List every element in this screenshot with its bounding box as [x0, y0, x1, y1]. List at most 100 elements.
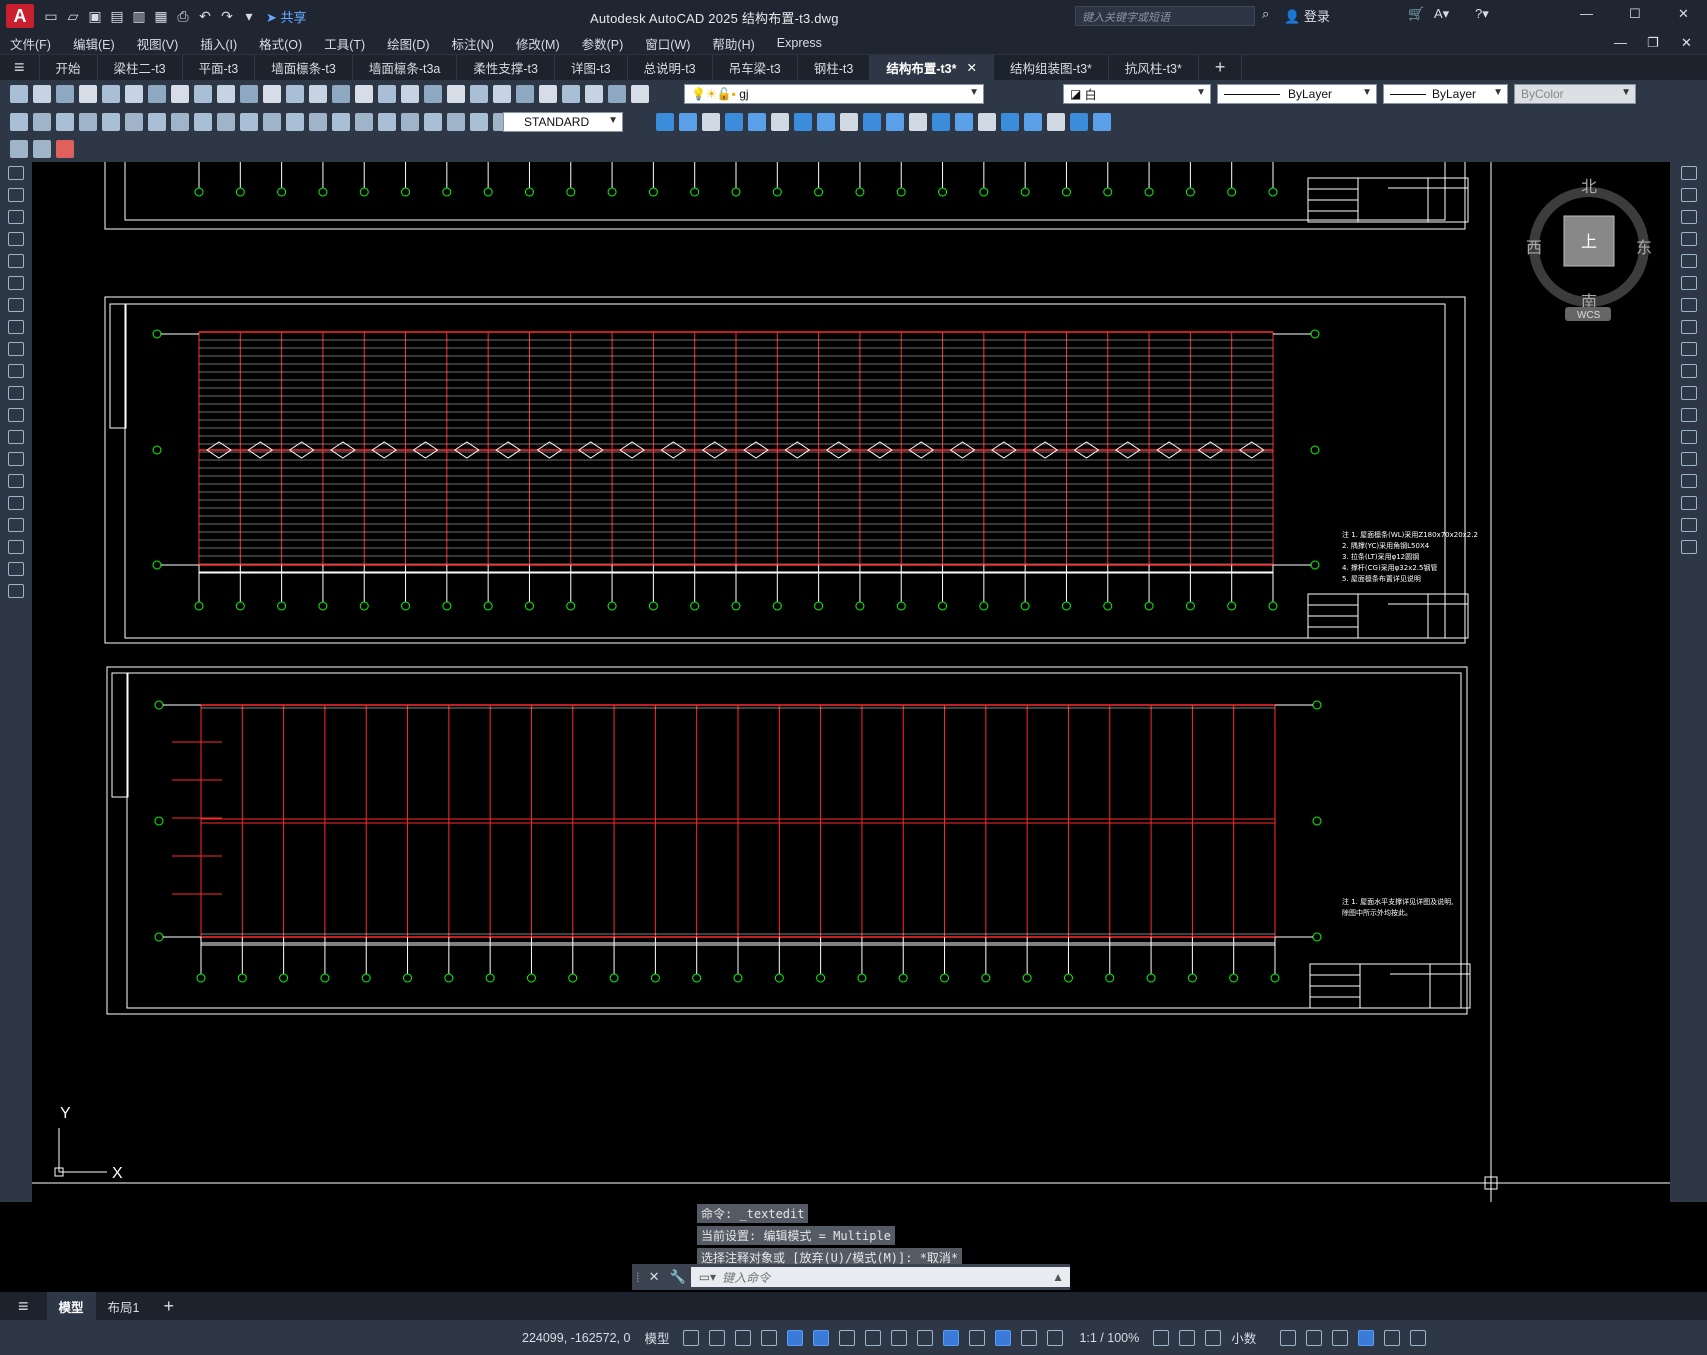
menu-insert[interactable]: 插入(I) [200, 34, 237, 53]
union-icon[interactable] [748, 113, 766, 131]
viewcube-east[interactable]: 东 [1636, 238, 1652, 257]
quick-dim-icon[interactable] [194, 113, 212, 131]
gradient-icon[interactable] [8, 496, 24, 510]
help-icon[interactable] [470, 85, 488, 103]
menu-file[interactable]: 文件(F) [10, 34, 51, 53]
subtract-icon[interactable] [771, 113, 789, 131]
tab-rouxing[interactable]: 柔性支撑-t3 [457, 54, 555, 81]
save-icon[interactable] [56, 85, 74, 103]
jogged-dim-icon[interactable] [125, 113, 143, 131]
doc-minimize-button[interactable]: — [1614, 35, 1627, 50]
intersect-icon[interactable] [794, 113, 812, 131]
tab-jiegouzuzhuang[interactable]: 结构组装图-t3* [994, 54, 1109, 81]
publish-icon[interactable] [125, 85, 143, 103]
menu-express[interactable]: Express [777, 36, 822, 50]
dimtedit-icon[interactable] [424, 113, 442, 131]
linear-dim-icon[interactable] [10, 113, 28, 131]
insert-icon[interactable] [8, 408, 24, 422]
update-icon[interactable] [447, 113, 465, 131]
copy-icon[interactable] [1680, 188, 1697, 202]
cylinder-icon[interactable] [1001, 113, 1019, 131]
close-button[interactable]: ✕ [1678, 6, 1689, 22]
doc-restore-button[interactable]: ❐ [1647, 35, 1659, 51]
angular-dim-icon[interactable] [171, 113, 189, 131]
tab-liangzhu[interactable]: 梁柱二-t3 [98, 54, 183, 81]
tab-xiangtu[interactable]: 详图-t3 [555, 54, 628, 81]
menu-draw[interactable]: 绘图(D) [387, 34, 429, 53]
new-icon[interactable] [539, 85, 557, 103]
sheetset-icon[interactable] [401, 85, 419, 103]
dimedit-icon[interactable] [401, 113, 419, 131]
move-icon[interactable] [1680, 276, 1697, 290]
menu-help[interactable]: 帮助(H) [712, 34, 754, 53]
save-icon[interactable] [585, 85, 603, 103]
extrude-icon[interactable] [1047, 113, 1065, 131]
quick-props-icon[interactable] [1280, 1329, 1297, 1346]
grip-icon[interactable]: ⁞ [636, 1270, 640, 1285]
polygon-icon[interactable] [8, 232, 24, 246]
sphere-icon[interactable] [702, 113, 720, 131]
plot-icon[interactable]: ⎙ [172, 5, 194, 27]
lineweight-icon[interactable] [865, 1329, 882, 1346]
menu-view[interactable]: 视图(V) [137, 34, 179, 53]
arc-dim-icon[interactable] [56, 113, 74, 131]
dyn-input-icon[interactable] [969, 1329, 986, 1346]
markup-icon[interactable] [424, 85, 442, 103]
file-tabs-menu-icon[interactable]: ≡ [0, 54, 40, 81]
add-selected-icon[interactable] [8, 584, 24, 598]
search-icon[interactable]: ⌕ [1262, 6, 1269, 22]
polar-icon[interactable] [761, 1329, 778, 1346]
explode-icon[interactable] [1680, 540, 1697, 554]
insert-block-icon[interactable] [10, 140, 28, 158]
tab-kangfengzhu[interactable]: 抗风柱-t3* [1109, 54, 1199, 81]
autodesk-a360-icon[interactable]: A▾ [1434, 6, 1449, 22]
help-icon[interactable]: ?▾ [1475, 6, 1489, 22]
tab-layout1[interactable]: 布局1 [96, 1292, 152, 1320]
osnap-icon[interactable] [787, 1329, 804, 1346]
layout-menu-icon[interactable]: ≡ [0, 1292, 47, 1320]
drawing-canvas[interactable]: 注 1. 屋面檩条(WL)采用Z180x70x20x2.2 2. 隅撑(YC)采用… [32, 162, 1670, 1202]
union-icon[interactable] [1070, 113, 1088, 131]
model-space-toggle[interactable]: 模型 [644, 1328, 669, 1347]
open-icon[interactable] [562, 85, 580, 103]
layer-props-icon[interactable] [493, 85, 511, 103]
minimize-button[interactable]: — [1580, 6, 1593, 21]
new-icon[interactable]: ▭ [40, 5, 62, 27]
sphere-icon[interactable] [1024, 113, 1042, 131]
tab-qiangmian-a[interactable]: 墙面檩条-t3a [353, 54, 458, 81]
doc-close-button[interactable]: ✕ [1681, 35, 1692, 51]
tab-gangzhu[interactable]: 钢柱-t3 [798, 54, 871, 81]
blend-icon[interactable] [1680, 518, 1697, 532]
pan-icon[interactable] [240, 85, 258, 103]
subtract-icon[interactable] [1093, 113, 1111, 131]
linetype-dropdown[interactable]: ByLayer ▼ [1217, 84, 1377, 104]
new-layout-plus-icon[interactable]: + [151, 1292, 186, 1320]
extrude-icon[interactable] [725, 113, 743, 131]
isolate-objects-icon[interactable] [1332, 1329, 1349, 1346]
snap-icon[interactable] [709, 1329, 726, 1346]
extend-icon[interactable] [1680, 386, 1697, 400]
grid-icon[interactable] [683, 1329, 700, 1346]
cylinder-icon[interactable] [679, 113, 697, 131]
command-input[interactable]: ▭▾ 键入命令 ▲ [690, 1267, 1070, 1287]
publish-icon[interactable]: ▦ [150, 5, 172, 27]
hatch-icon[interactable] [8, 474, 24, 488]
point-icon[interactable] [8, 452, 24, 466]
save-icon[interactable]: ▣ [84, 5, 106, 27]
tab-jiegoubuzhi[interactable]: 结构布置-t3* ✕ [870, 54, 994, 81]
login-button[interactable]: 👤 登录 [1284, 6, 1330, 25]
baseline-dim-icon[interactable] [217, 113, 235, 131]
cart-icon[interactable]: 🛒 [1408, 6, 1424, 22]
tab-pingmian[interactable]: 平面-t3 [183, 54, 256, 81]
zoom-prev-icon[interactable] [309, 85, 327, 103]
tab-diaocheliang[interactable]: 吊车梁-t3 [713, 54, 798, 81]
table-icon[interactable] [8, 540, 24, 554]
join-icon[interactable] [1680, 452, 1697, 466]
camera-icon[interactable] [955, 113, 973, 131]
viewcube[interactable]: 上 北 南 东 西 WCS [1526, 177, 1652, 321]
array-icon[interactable] [1680, 254, 1697, 268]
tab-zongshuoming[interactable]: 总说明-t3 [628, 54, 713, 81]
dimstyle-dropdown[interactable]: STANDARD ▼ [503, 112, 623, 132]
tab-model[interactable]: 模型 [46, 1292, 96, 1320]
plot-icon[interactable] [608, 85, 626, 103]
